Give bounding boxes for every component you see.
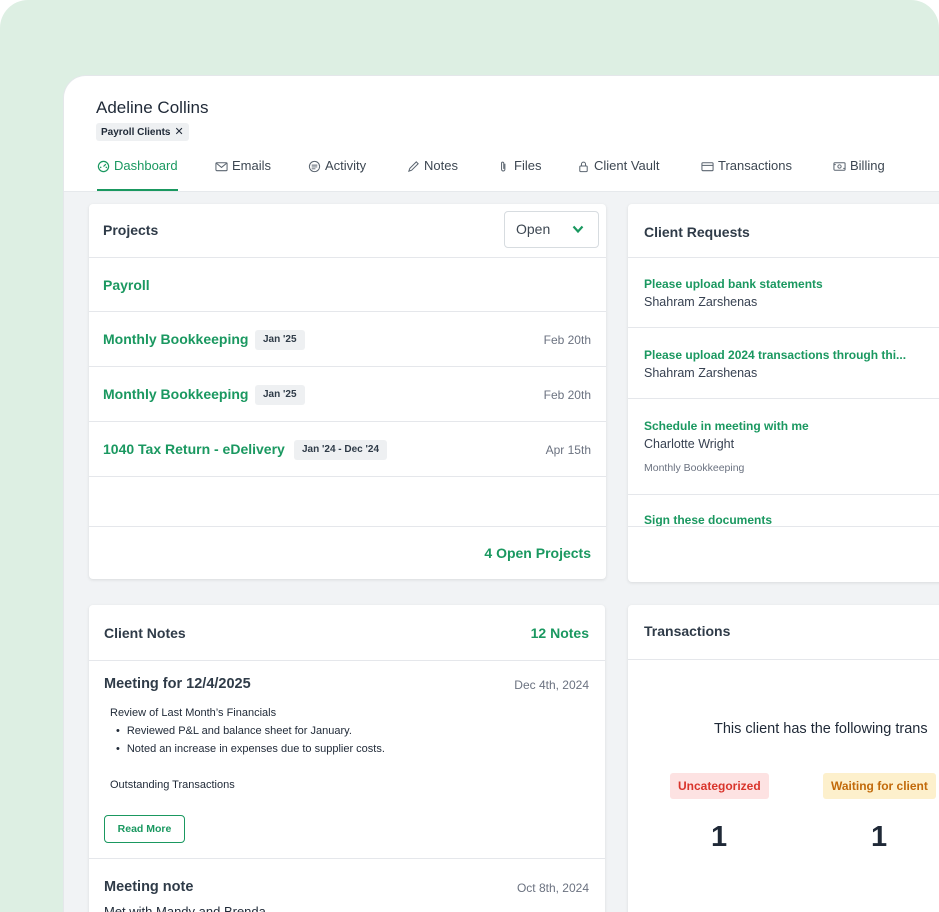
note-date: Oct 8th, 2024 [516,881,589,895]
note-preview: Met with Mandy and Brenda [104,904,266,912]
transactions-message: This client has the following trans [714,721,928,737]
pencil-icon [408,161,419,172]
project-period-badge: Jan '25 [255,385,305,405]
client-header: Adeline Collins Payroll Clients ✕ Dashboa… [64,76,939,192]
open-projects-link[interactable]: 4 Open Projects [484,545,591,561]
request-title[interactable]: Please upload 2024 transactions through … [644,348,906,362]
lock-icon [579,161,588,173]
divider [628,526,939,527]
request-assignee: Charlotte Wright [644,437,735,451]
note-bullet: Reviewed P&L and balance sheet for Janua… [116,725,352,737]
request-assignee: Shahram Zarshenas [644,295,758,309]
project-name[interactable]: 1040 Tax Return - eDelivery [103,441,285,457]
tab-label: Client Vault [594,158,660,173]
tab-emails[interactable]: Emails [215,158,271,191]
remove-tag-icon[interactable]: ✕ [174,126,183,138]
divider [89,858,605,859]
divider [628,494,939,495]
client-tag-label: Payroll Clients [101,127,171,138]
divider [628,398,939,399]
client-requests-card: Client Requests Please upload bank state… [628,204,939,582]
project-name[interactable]: Monthly Bookkeeping [103,331,248,347]
request-title[interactable]: Sign these documents [644,513,772,527]
client-window: Adeline Collins Payroll Clients ✕ Dashboa… [64,76,939,912]
dashboard-icon [97,160,110,173]
divider [89,526,606,527]
projects-filter-select[interactable]: Open [504,211,599,248]
client-tag: Payroll Clients ✕ [96,123,189,141]
uncategorized-count: 1 [711,821,728,853]
read-more-button[interactable]: Read More [104,815,185,843]
note-title[interactable]: Meeting note [104,879,193,895]
divider [89,257,606,258]
billing-icon [833,162,846,171]
request-title[interactable]: Please upload bank statements [644,277,823,291]
tab-client-vault[interactable]: Client Vault [577,158,660,191]
client-requests-title: Client Requests [644,224,750,240]
tab-label: Activity [325,158,367,173]
tab-label: Dashboard [114,158,178,173]
chevron-down-icon [572,225,584,234]
tab-activity[interactable]: Activity [308,158,366,191]
transactions-title: Transactions [644,623,731,639]
project-due-date: Feb 20th [543,333,591,347]
waiting-for-client-badge[interactable]: Waiting for client [823,773,936,799]
divider [628,257,939,258]
tab-label: Emails [232,158,272,173]
tab-billing[interactable]: Billing [833,158,885,191]
uncategorized-badge[interactable]: Uncategorized [670,773,769,799]
client-name: Adeline Collins [96,98,209,117]
project-name[interactable]: Monthly Bookkeeping [103,386,248,402]
client-notes-card: Client Notes 12 Notes Meeting for 12/4/2… [89,605,605,912]
request-project: Monthly Bookkeeping [644,462,745,474]
notes-count-link[interactable]: 12 Notes [531,625,589,641]
tab-files[interactable]: Files [497,158,541,191]
note-bullet: Noted an increase in expenses due to sup… [116,743,385,755]
mail-icon [215,162,228,172]
transactions-card: Transactions This client has the followi… [628,605,939,912]
divider [89,660,605,661]
divider [628,659,939,660]
project-period-badge: Jan '25 [255,330,305,350]
project-due-date: Apr 15th [545,443,591,457]
request-assignee: Shahram Zarshenas [644,366,758,380]
activity-icon [308,160,321,173]
tab-dashboard[interactable]: Dashboard [97,158,178,191]
backdrop: Adeline Collins Payroll Clients ✕ Dashboa… [0,0,939,912]
card-icon [701,162,714,172]
projects-card: Projects Open Payroll Monthly Bookkeepin… [89,204,606,579]
projects-title: Projects [103,222,159,238]
divider [89,311,606,312]
waiting-for-client-count: 1 [871,821,888,853]
divider [89,366,606,367]
note-text: Outstanding Transactions [110,779,235,791]
paperclip-icon [501,161,506,172]
divider [89,476,606,477]
tab-label: Files [514,158,542,173]
tab-label: Notes [424,158,458,173]
divider [628,327,939,328]
projects-filter-value: Open [516,221,551,237]
project-period-badge: Jan '24 - Dec '24 [294,440,388,460]
tab-label: Billing [850,158,885,173]
request-title[interactable]: Schedule in meeting with me [644,419,809,433]
note-heading: Review of Last Month’s Financials [110,707,277,719]
tab-label: Transactions [718,158,792,173]
tab-transactions[interactable]: Transactions [701,158,792,191]
divider [89,421,606,422]
note-date: Dec 4th, 2024 [514,678,589,692]
note-title[interactable]: Meeting for 12/4/2025 [104,676,251,692]
project-due-date: Feb 20th [543,388,591,402]
client-notes-title: Client Notes [104,625,186,641]
tab-notes[interactable]: Notes [407,158,458,191]
project-name[interactable]: Payroll [103,277,150,293]
